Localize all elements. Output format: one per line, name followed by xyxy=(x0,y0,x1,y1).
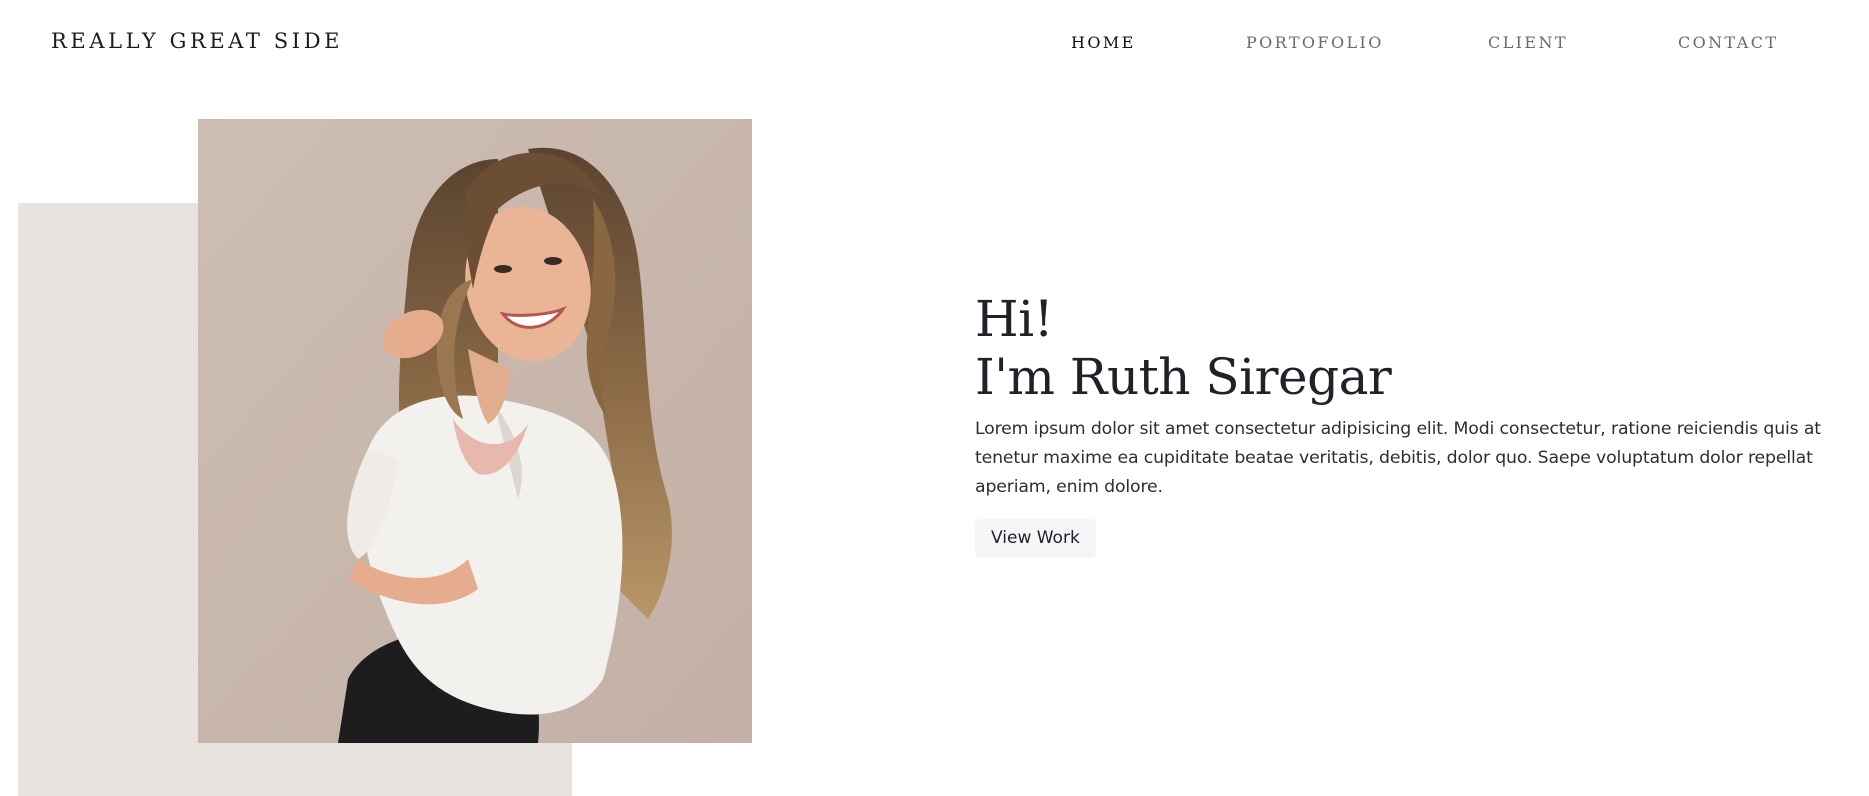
hero-intro-paragraph: Lorem ipsum dolor sit amet consectetur a… xyxy=(975,419,1821,497)
hero-heading: Hi! I'm Ruth Siregar xyxy=(975,290,1830,406)
hero-text-block: Hi! I'm Ruth Siregar Lorem ipsum dolor s… xyxy=(975,290,1830,558)
profile-photo xyxy=(198,119,752,743)
nav-home-link[interactable]: HOME xyxy=(1071,33,1136,52)
hero-greeting-line2: I'm Ruth Siregar xyxy=(975,348,1392,406)
nav-contact-link[interactable]: CONTACT xyxy=(1678,33,1778,52)
view-work-button[interactable]: View Work xyxy=(975,519,1096,558)
nav-portfolio-link[interactable]: PORTOFOLIO xyxy=(1246,33,1384,52)
main-nav: HOME PORTOFOLIO CLIENT CONTACT xyxy=(0,33,1869,53)
hero-greeting-line1: Hi! xyxy=(975,290,1054,348)
nav-client-link[interactable]: CLIENT xyxy=(1488,33,1568,52)
portrait-illustration xyxy=(198,119,752,743)
